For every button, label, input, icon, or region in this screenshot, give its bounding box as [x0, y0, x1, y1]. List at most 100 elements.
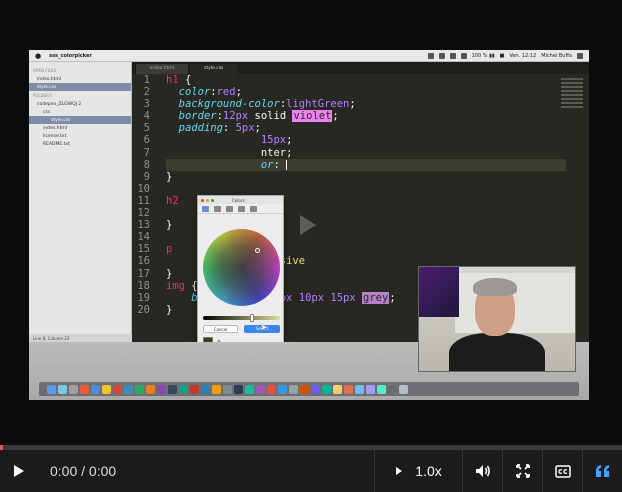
dock-app-icon	[256, 384, 265, 394]
crayons-tab-icon[interactable]	[250, 205, 257, 212]
dock-app-icon	[135, 384, 144, 394]
menubar-status: 100 % ▮▮ ■ Ven. 12:12 Michel Buffa	[427, 52, 583, 59]
dock-app-icon	[245, 384, 254, 394]
dock-app-icon	[289, 384, 298, 394]
color-wheel[interactable]	[203, 229, 280, 306]
open-file-item: index.html	[37, 76, 61, 82]
code-line: }	[166, 170, 173, 183]
line-number: 18	[137, 279, 150, 292]
color-picker-panel[interactable]: Colors Cancel Select ✎	[197, 195, 284, 352]
playback-speed-label: 1.0x	[415, 463, 442, 479]
brightness-slider-knob[interactable]	[250, 314, 254, 322]
line-number: 16	[137, 255, 150, 268]
fullscreen-icon	[515, 464, 530, 478]
status-icon	[449, 52, 456, 59]
file-item: style.css	[29, 116, 131, 124]
picker-title: Colors	[232, 197, 245, 203]
open-file-item: style.css	[29, 83, 131, 91]
tab-style-css: style.css	[190, 64, 238, 74]
minimize-icon[interactable]	[206, 198, 209, 202]
line-number: 1	[143, 74, 150, 86]
line-number: 8	[143, 158, 150, 171]
apple-icon: ●	[35, 51, 42, 60]
code-line: 15px;	[260, 134, 293, 147]
line-number: 19	[137, 291, 150, 304]
file-sidebar: OPEN FILES index.html style.css FOLDERS …	[29, 62, 132, 342]
trash-icon	[399, 384, 408, 394]
big-play-icon[interactable]	[300, 215, 316, 235]
color-wheel-marker[interactable]	[255, 248, 260, 253]
captions-button[interactable]	[542, 450, 582, 492]
line-number: 6	[143, 134, 150, 147]
code-line: h1 {	[166, 74, 192, 86]
code-line: color:red;	[178, 86, 242, 99]
dock-app-icon	[377, 384, 386, 394]
line-number: 15	[137, 243, 150, 256]
presenter-body	[449, 333, 545, 371]
dock-app-icon	[124, 384, 133, 394]
folders-label: FOLDERS	[33, 93, 52, 98]
tab-index-html: index.html	[136, 64, 188, 74]
code-line: nter;	[166, 146, 293, 159]
dock-app-icon	[388, 384, 397, 394]
dock-app-icon	[179, 384, 188, 394]
editor-tabs: index.html style.css	[132, 62, 589, 74]
picker-titlebar: Colors	[198, 196, 283, 204]
fullscreen-button[interactable]	[502, 450, 542, 492]
status-icon	[438, 52, 445, 59]
close-icon[interactable]	[201, 198, 204, 202]
image-palettes-tab-icon[interactable]	[238, 205, 245, 212]
file-item: index.html	[43, 125, 67, 131]
dock-app-icon	[212, 384, 221, 394]
flag-icon: ■	[499, 52, 505, 59]
code-line: padding: 5px;	[178, 122, 261, 135]
wifi-icon	[460, 52, 467, 59]
dock-app-icon	[69, 384, 78, 394]
dock-app-icon	[322, 384, 331, 394]
video-player[interactable]: ● sss_colorpicker 100 % ▮▮ ■ Ven. 12:12 …	[0, 0, 622, 492]
line-number: 7	[143, 146, 150, 159]
play-button[interactable]	[0, 450, 36, 492]
brightness-slider[interactable]	[203, 316, 280, 320]
mac-menubar: ● sss_colorpicker 100 % ▮▮ ■ Ven. 12:12 …	[29, 50, 589, 62]
dock-app-icon	[267, 384, 276, 394]
line-number: 4	[143, 110, 150, 123]
color-wheel-tab-icon[interactable]	[202, 205, 209, 212]
sliders-tab-icon[interactable]	[214, 205, 221, 212]
menubar-clock: Ven. 12:12	[509, 52, 537, 59]
dock-app-icon	[333, 384, 342, 394]
picker-cancel-button[interactable]: Cancel	[203, 325, 238, 333]
dock-app-icon	[146, 384, 155, 394]
webcam-inset	[418, 266, 576, 372]
menubar-user: Michel Buffa	[541, 52, 572, 59]
presenter-hair	[473, 278, 517, 296]
zoom-icon[interactable]	[211, 198, 214, 202]
code-line: border:12px solid violet;	[178, 110, 339, 123]
line-number: 11	[137, 194, 150, 207]
play-icon	[14, 465, 24, 477]
time-display: 0:00 / 0:00	[50, 463, 117, 479]
quote-icon	[595, 465, 609, 477]
dock-app-icon	[190, 384, 199, 394]
palettes-tab-icon[interactable]	[226, 205, 233, 212]
line-number: 9	[143, 170, 150, 183]
dock-app-icon	[91, 384, 100, 394]
mouse-pointer-icon: ➤	[260, 323, 268, 333]
volume-button[interactable]	[462, 450, 502, 492]
folder-item: codepen_ZLGWQJ 2	[37, 101, 82, 107]
dock-app-icon	[201, 384, 210, 394]
dock-app-icon	[300, 384, 309, 394]
file-item: license.txt	[43, 133, 67, 139]
line-number: 20	[137, 303, 150, 316]
dock-app-icon	[113, 384, 122, 394]
picker-toolbar	[198, 204, 283, 214]
file-item: README.txt	[43, 141, 70, 147]
playback-speed-button[interactable]: 1.0x	[374, 450, 462, 492]
mac-dock	[39, 382, 579, 396]
dock-app-icon	[234, 384, 243, 394]
line-number: 3	[143, 98, 150, 111]
line-number: 12	[137, 207, 150, 220]
quote-button[interactable]	[582, 450, 622, 492]
dock-app-icon	[366, 384, 375, 394]
